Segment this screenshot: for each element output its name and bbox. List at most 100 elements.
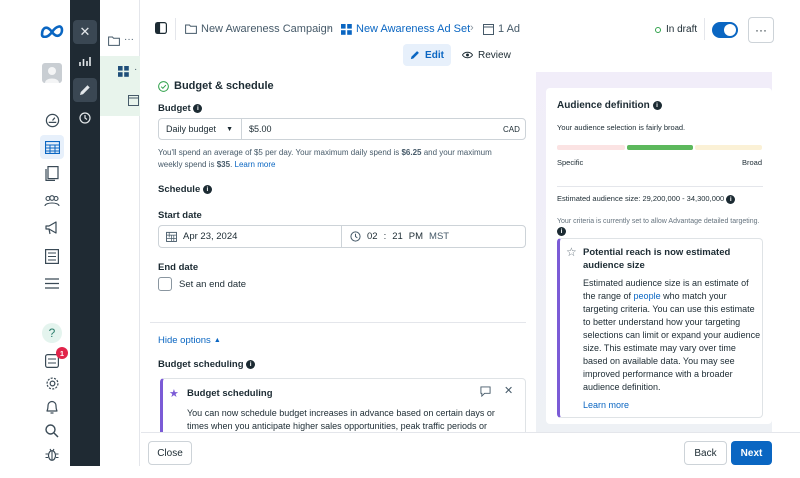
- learn-more-link[interactable]: Learn more: [235, 160, 276, 169]
- reach-learn-more-link[interactable]: Learn more: [583, 400, 629, 410]
- pencil-edit-icon[interactable]: [73, 78, 97, 102]
- people-link[interactable]: people: [634, 291, 661, 301]
- calendar-icon: [166, 231, 177, 242]
- hide-options-label: Hide options: [158, 335, 211, 346]
- tree-campaign-more-icon[interactable]: ···: [124, 34, 134, 45]
- close-button[interactable]: Close: [148, 441, 192, 465]
- reach-title: Potential reach is now estimated audienc…: [583, 247, 731, 271]
- start-date-label: Start date: [158, 210, 202, 221]
- notification-badge: 1: [56, 347, 68, 359]
- start-time-input[interactable]: 02:21 PM MST: [350, 225, 449, 248]
- bar-chart-icon[interactable]: [73, 49, 97, 73]
- breadcrumb-campaign[interactable]: New Awareness Campaign: [185, 23, 333, 35]
- end-date-checkbox[interactable]: [158, 277, 172, 291]
- reach-text-part-2: who match your targeting criteria. You c…: [583, 291, 761, 392]
- speedometer-icon[interactable]: [42, 110, 62, 130]
- info-icon[interactable]: i: [652, 100, 662, 110]
- start-hour[interactable]: 02: [367, 231, 378, 242]
- start-date-value: Apr 23, 2024: [183, 231, 238, 242]
- reach-text: Estimated audience size is an estimate o…: [583, 277, 761, 394]
- info-icon[interactable]: i: [193, 103, 203, 113]
- budget-type-select[interactable]: Daily budget ▼: [158, 118, 242, 140]
- tab-edit[interactable]: Edit: [403, 44, 451, 66]
- estimated-size-text: Estimated audience size: 29,200,000 - 34…: [557, 194, 725, 203]
- close-editor-icon[interactable]: ✕: [73, 20, 97, 44]
- audience-title-text: Audience definition: [557, 100, 650, 111]
- schedule-label: Schedule i: [158, 184, 212, 195]
- start-minute[interactable]: 21: [392, 231, 403, 242]
- info-icon[interactable]: i: [726, 194, 736, 204]
- megaphone-icon[interactable]: [42, 218, 62, 238]
- audience-subtitle: Your audience selection is fairly broad.: [557, 123, 686, 132]
- ad-icon: [483, 23, 494, 35]
- start-ampm[interactable]: PM: [409, 231, 423, 242]
- budget-amount-input[interactable]: $5.00: [249, 124, 272, 134]
- ad-set-grid-icon: [341, 23, 352, 35]
- star-outline-icon: ☆: [566, 245, 577, 259]
- star-icon: ★: [169, 388, 179, 400]
- breadcrumb-ad-label: 1 Ad: [498, 23, 521, 35]
- breadcrumb-ad-set-label: New Awareness Ad Set: [356, 23, 471, 35]
- tree-ad-set-more-icon[interactable]: ·: [134, 64, 137, 75]
- breadcrumb-campaign-label: New Awareness Campaign: [201, 23, 333, 35]
- tab-review-label: Review: [478, 49, 511, 61]
- budget-label: Budget i: [158, 103, 203, 114]
- pages-icon[interactable]: [42, 163, 62, 183]
- pencil-icon: [410, 51, 419, 60]
- settings-gear-icon[interactable]: [42, 373, 62, 393]
- end-date-label: End date: [158, 262, 199, 273]
- menu-icon[interactable]: [42, 273, 62, 293]
- potential-reach-card: ☆ Potential reach is now estimated audie…: [557, 238, 763, 418]
- caret-up-icon: ▲: [213, 337, 221, 344]
- folder-icon: [185, 24, 197, 34]
- avatar[interactable]: [42, 63, 62, 83]
- bell-icon[interactable]: [42, 397, 62, 417]
- info-icon[interactable]: i: [202, 184, 212, 194]
- budget-scheduling-card: ★ Budget scheduling ✕ You can now schedu…: [160, 378, 526, 438]
- ad-set-toggle[interactable]: [712, 22, 738, 38]
- info-icon[interactable]: i: [557, 227, 566, 236]
- close-card-icon[interactable]: ✕: [504, 384, 513, 397]
- breadcrumb-ad-set[interactable]: New Awareness Ad Set: [341, 23, 470, 35]
- left-navigation-rail: ? 1: [0, 0, 70, 478]
- next-button[interactable]: Next: [731, 441, 772, 465]
- audiences-icon[interactable]: [42, 191, 62, 211]
- budget-schedule-title: Budget & schedule: [174, 80, 274, 92]
- max-daily-spend: $6.25: [401, 148, 422, 157]
- chevron-right-icon: ›: [327, 22, 331, 34]
- feedback-icon[interactable]: [480, 386, 491, 399]
- budget-scheduling-label: Budget scheduling i: [158, 359, 256, 370]
- start-date-input[interactable]: Apr 23, 2024: [158, 225, 342, 248]
- tree-ad-set-grid-icon[interactable]: [118, 66, 129, 79]
- estimated-size: Estimated audience size: 29,200,000 - 34…: [557, 194, 736, 204]
- billing-icon[interactable]: [42, 246, 62, 266]
- bug-report-icon[interactable]: [42, 444, 62, 464]
- tab-edit-label: Edit: [425, 49, 444, 61]
- tree-campaign-folder-icon[interactable]: [108, 36, 120, 48]
- toggle-sidebar-icon[interactable]: [155, 22, 168, 36]
- hide-options-link[interactable]: Hide options ▲: [158, 335, 221, 346]
- check-circle-icon: [158, 80, 169, 92]
- help-icon[interactable]: ?: [42, 323, 62, 343]
- history-clock-icon[interactable]: [73, 106, 97, 130]
- caret-down-icon: ▼: [226, 125, 233, 133]
- back-button[interactable]: Back: [684, 441, 727, 465]
- ads-manager-table-icon[interactable]: [40, 135, 64, 159]
- end-date-checkbox-label[interactable]: Set an end date: [179, 279, 246, 290]
- info-icon[interactable]: i: [246, 359, 256, 369]
- chevron-right-icon: ›: [470, 22, 474, 34]
- campaign-tree: ··· ·: [100, 0, 140, 466]
- more-options-button[interactable]: ···: [748, 17, 774, 43]
- breadcrumb-ad[interactable]: 1 Ad: [483, 23, 520, 35]
- criteria-text: Your criteria is currently set to allow …: [557, 217, 763, 237]
- status-dot-icon: [655, 27, 661, 33]
- meter-specific-segment: [557, 145, 625, 150]
- meta-logo[interactable]: [40, 24, 64, 39]
- budget-scheduling-label-text: Budget scheduling: [158, 359, 244, 370]
- tree-ad-icon[interactable]: [128, 95, 139, 108]
- meter-broad-segment: [695, 145, 762, 150]
- tab-review[interactable]: Review: [462, 44, 511, 66]
- currency-label: CAD: [503, 125, 520, 134]
- search-icon[interactable]: [42, 421, 62, 441]
- eye-icon: [462, 51, 473, 59]
